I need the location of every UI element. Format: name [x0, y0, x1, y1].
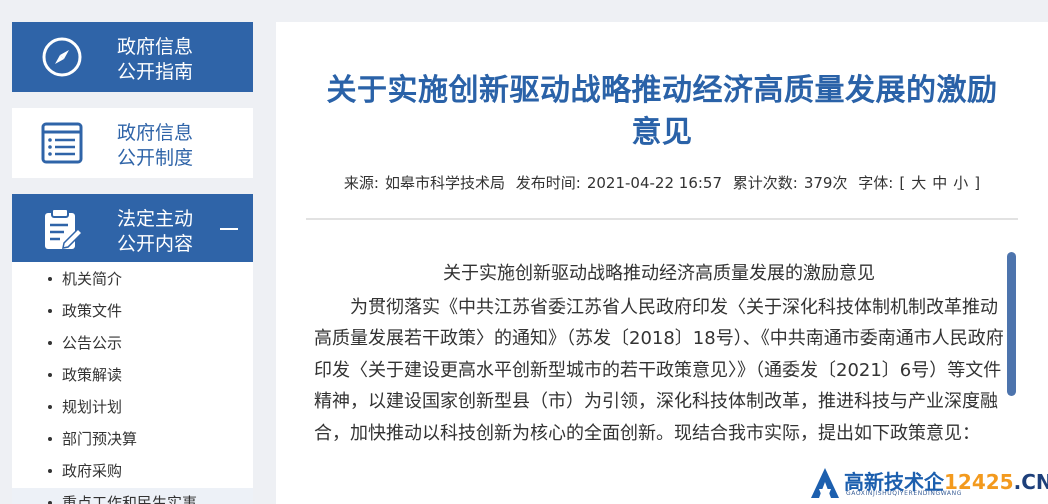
sidebar-item-label: 规划计划 — [62, 398, 123, 416]
bullet-icon — [48, 341, 52, 345]
sidebar-block-content[interactable]: 法定主动 公开内容 — [12, 194, 253, 264]
bullet-icon — [48, 437, 52, 441]
collapse-minus-icon[interactable] — [220, 228, 238, 230]
meta-font-label: 字体: — [858, 174, 894, 192]
sidebar-item[interactable]: 政策文件 — [12, 296, 253, 326]
sidebar-item-label: 政府采购 — [62, 462, 123, 480]
article-title: 关于实施创新驱动战略推动经济高质量发展的激励 意见 — [306, 70, 1018, 154]
scrollbar-thumb[interactable] — [1007, 252, 1016, 396]
sidebar-item-label: 部门预决算 — [62, 430, 138, 448]
bullet-icon — [48, 469, 52, 473]
bullet-icon — [48, 277, 52, 281]
article-content: 关于实施创新驱动战略推动经济高质量发展的激励意见 为贯彻落实《中共江苏省委江苏省… — [314, 258, 1004, 450]
sidebar-block-guide-line2: 公开指南 — [117, 61, 194, 83]
font-size-medium-button[interactable]: 中 — [932, 174, 947, 192]
compass-icon — [42, 37, 82, 77]
sidebar-item[interactable]: 重点工作和民生实事 — [12, 488, 253, 504]
sidebar-item[interactable]: 政府采购 — [12, 456, 253, 486]
font-size-small-button[interactable]: 小 — [953, 174, 968, 192]
sidebar-block-system-line1: 政府信息 — [117, 122, 194, 144]
sidebar: 政府信息 公开指南 政府信息 公开制度 法定主动 公开内容 机关简介 政策文件 … — [12, 22, 253, 504]
clipboard-edit-icon — [45, 208, 84, 249]
sidebar-item[interactable]: 规划计划 — [12, 392, 253, 422]
watermark: 高新技术企12425.CN GAOXINJISHUQIYERENDINGWANG — [806, 463, 1048, 504]
sidebar-block-content-line1: 法定主动 — [117, 208, 194, 230]
font-bracket-close: ] — [974, 174, 981, 192]
font-bracket-open: [ — [899, 174, 906, 192]
article-panel: 关于实施创新驱动战略推动经济高质量发展的激励 意见 来源: 如皋市科学技术局 发布… — [276, 22, 1048, 504]
watermark-subtext: GAOXINJISHUQIYERENDINGWANG — [846, 490, 962, 497]
sidebar-block-guide-line1: 政府信息 — [117, 36, 194, 58]
article-title-line2: 意见 — [631, 115, 693, 150]
meta-source-label: 来源: — [343, 174, 379, 192]
divider — [306, 218, 1018, 220]
article-meta: 来源: 如皋市科学技术局 发布时间: 2021-04-22 16:57 累计次数: 3… — [276, 172, 1048, 193]
sidebar-block-system-line2: 公开制度 — [117, 147, 194, 169]
sidebar-item-label: 机关简介 — [62, 270, 123, 288]
sidebar-item-label: 政策文件 — [62, 302, 123, 320]
bullet-icon — [48, 405, 52, 409]
sidebar-item-label: 公告公示 — [62, 334, 123, 352]
sidebar-block-system[interactable]: 政府信息 公开制度 — [12, 108, 253, 178]
sidebar-item[interactable]: 公告公示 — [12, 328, 253, 358]
sidebar-item-label: 政策解读 — [62, 366, 123, 384]
bullet-icon — [48, 309, 52, 313]
font-size-large-button[interactable]: 大 — [911, 174, 926, 192]
sidebar-item[interactable]: 机关简介 — [12, 264, 253, 294]
sidebar-block-content-line2: 公开内容 — [117, 233, 194, 255]
article-paragraph: 为贯彻落实《中共江苏省委江苏省人民政府印发〈关于深化科技体制机制改革推动高质量发… — [314, 296, 1004, 444]
document-list-icon — [41, 122, 83, 164]
watermark-domain: .CN — [1013, 470, 1048, 494]
bullet-icon — [48, 373, 52, 377]
meta-time-label: 发布时间: — [515, 174, 581, 192]
meta-time: 2021-04-22 16:57 — [586, 174, 722, 192]
sidebar-item[interactable]: 部门预决算 — [12, 424, 253, 454]
sidebar-item-label: 重点工作和民生实事 — [62, 494, 198, 504]
meta-views: 379次 — [803, 174, 848, 192]
sidebar-item[interactable]: 政策解读 — [12, 360, 253, 390]
sidebar-block-guide[interactable]: 政府信息 公开指南 — [12, 22, 253, 92]
site-logo-icon — [811, 468, 839, 498]
sidebar-sub-list: 机关简介 政策文件 公告公示 政策解读 规划计划 部门预决算 政府采购 重点工作… — [12, 262, 253, 504]
article-subtitle: 关于实施创新驱动战略推动经济高质量发展的激励意见 — [443, 263, 875, 284]
meta-source: 如皋市科学技术局 — [384, 174, 505, 192]
meta-views-label: 累计次数: — [732, 174, 798, 192]
article-title-line1: 关于实施创新驱动战略推动经济高质量发展的激励 — [326, 73, 998, 108]
